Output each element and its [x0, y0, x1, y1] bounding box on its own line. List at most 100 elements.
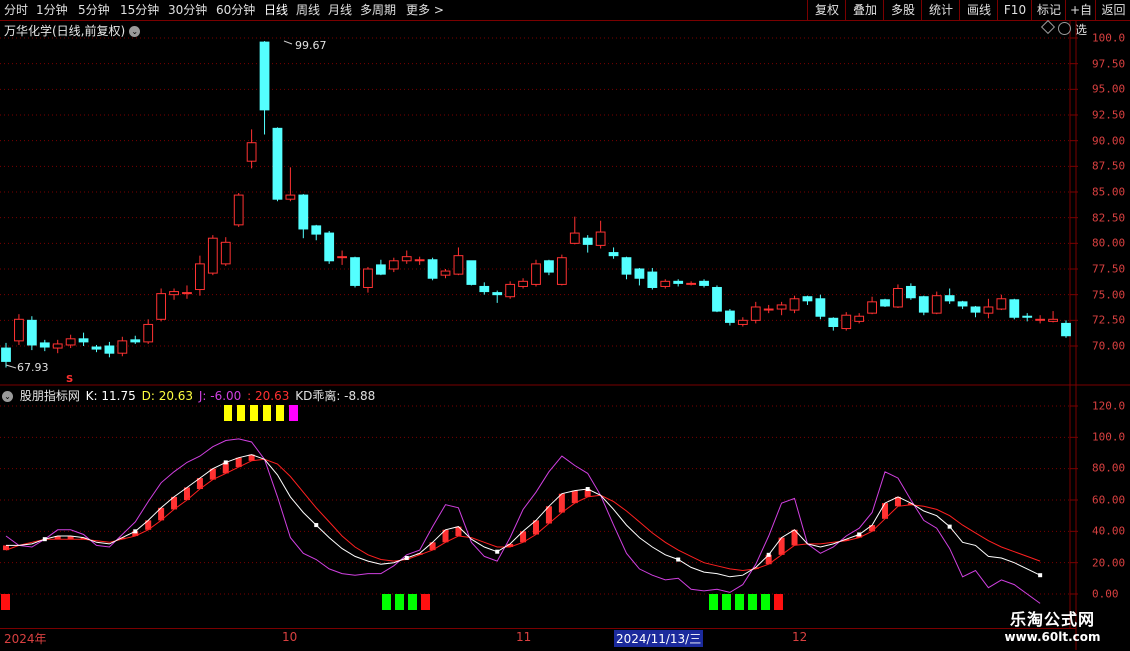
candle-body: [272, 127, 283, 200]
signal-red-block: [421, 594, 430, 610]
signal-green-block: [382, 594, 391, 610]
date-label-dec: 12: [792, 630, 808, 644]
candle-body: [608, 252, 619, 257]
signal-green-block: [709, 594, 718, 610]
candle-body: [1061, 322, 1071, 337]
indicator-menu-icon[interactable]: ⌄: [2, 391, 13, 402]
k-marker: [133, 529, 138, 534]
candle-body: [1035, 318, 1046, 321]
candle-body: [195, 263, 205, 291]
candle-body: [117, 340, 128, 354]
low-pointer: [5, 364, 17, 369]
candle-body: [531, 263, 541, 285]
candle-body: [944, 295, 955, 302]
candle-body: [375, 264, 386, 275]
signal-yellow-block: [237, 405, 245, 421]
candle-body: [363, 268, 373, 288]
stock-title: 万华化学(日线,前复权) ⌄: [4, 22, 141, 39]
indicator-tick: 40.00: [1092, 524, 1126, 538]
candle-body: [1009, 299, 1020, 318]
candle-body: [595, 231, 606, 246]
settings-circle-icon[interactable]: [1058, 22, 1071, 35]
candle-body: [466, 260, 477, 285]
candle-body: [52, 343, 63, 349]
candle-body: [207, 237, 218, 274]
kline-chart[interactable]: 99.67 67.93 S: [0, 0, 1130, 650]
date-cursor-label: 2024/11/13/三: [614, 630, 704, 647]
k-marker: [404, 555, 409, 560]
candle-body: [880, 299, 890, 307]
candle-body: [220, 241, 231, 265]
candle-body: [905, 285, 916, 299]
watermark-url: www.60lt.com: [1004, 630, 1101, 644]
candle-body: [311, 225, 322, 235]
candle-body: [169, 291, 179, 296]
stock-title-text: 万华化学(日线,前复权): [4, 24, 126, 38]
watermark: 乐淘公式网 www.60lt.com: [985, 606, 1120, 644]
grid: [0, 20, 1130, 650]
date-label-nov: 11: [516, 630, 532, 644]
candle-body: [867, 301, 877, 314]
candle-body: [65, 338, 76, 346]
kd-bar: [869, 525, 876, 532]
candle-body: [143, 323, 154, 343]
candle-body: [479, 285, 490, 293]
k-marker: [766, 552, 771, 557]
candle-body: [569, 232, 580, 244]
kd-deviation: KD乖离: -8.88: [295, 389, 376, 403]
signal-green-block: [722, 594, 731, 610]
indicator-tick: 0.00: [1092, 587, 1119, 601]
k-marker: [857, 532, 862, 537]
candle-body: [970, 306, 981, 313]
candle-body: [725, 310, 735, 323]
candle-body: [156, 293, 167, 320]
signal-yellow-block: [276, 405, 284, 421]
candle-body: [233, 194, 244, 226]
signal-yellow-block: [263, 405, 271, 421]
candle-body: [1, 347, 11, 362]
indicator-tick: 20.00: [1092, 556, 1126, 570]
candle-body: [518, 280, 528, 287]
candle-body: [802, 296, 813, 302]
indicator-tick: 120.0: [1092, 399, 1126, 413]
candle-body: [686, 282, 697, 285]
candle-body: [78, 338, 89, 343]
candle-body: [453, 255, 464, 275]
k-marker: [42, 537, 47, 542]
indicator-axis: 120.0 100.0 80.00 60.00 40.00 20.00 0.00: [1076, 0, 1130, 628]
candle-body: [1022, 315, 1033, 318]
low-label: 67.93: [17, 361, 49, 374]
chevron-down-icon[interactable]: ⌄: [129, 26, 141, 37]
j-line: [5, 438, 1041, 604]
k-marker: [676, 557, 681, 562]
candle-body: [621, 257, 632, 275]
k-marker: [495, 549, 500, 554]
candle-body: [39, 342, 50, 348]
candle-body: [828, 317, 839, 327]
candle-body: [854, 315, 865, 322]
candle-body: [388, 260, 399, 270]
candle-body: [983, 306, 994, 314]
candle-body: [26, 319, 37, 346]
signal-red-block: [774, 594, 783, 610]
signal-green-block: [761, 594, 770, 610]
candle-body: [285, 194, 296, 200]
signal-red-block: [1, 594, 10, 610]
candle-body: [350, 257, 360, 286]
candle-body: [918, 296, 929, 313]
candle-body: [182, 292, 192, 295]
signal-green-block: [735, 594, 744, 610]
indicator-name: 股朋指标网: [19, 389, 80, 403]
candle-body: [246, 142, 257, 162]
candle-body: [14, 318, 24, 342]
candle-body: [556, 257, 567, 285]
j-value: J: -6.00: [198, 389, 242, 403]
signal-yellow-block: [224, 405, 232, 421]
candle-body: [324, 232, 335, 262]
kd-bar: [558, 493, 565, 513]
candle-body: [91, 346, 102, 350]
candle-body: [582, 237, 593, 245]
candle-body: [776, 304, 787, 310]
candle-body: [414, 259, 425, 262]
candle-body: [673, 280, 684, 284]
